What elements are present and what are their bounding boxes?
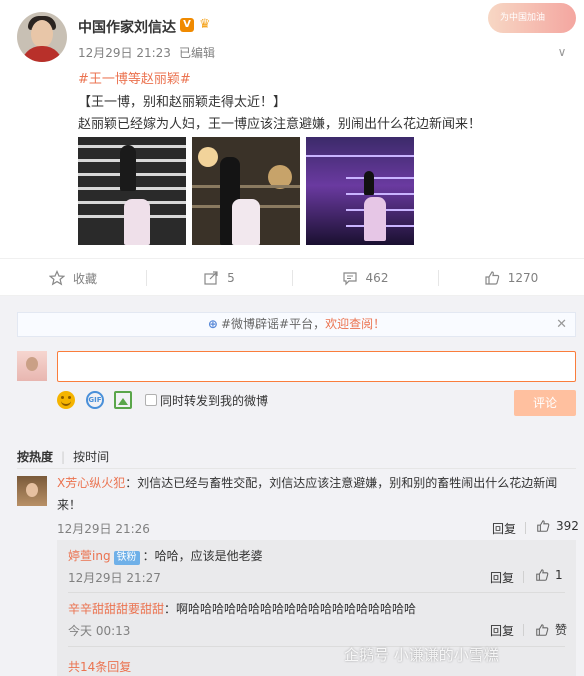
promo-banner-text: 为中国加油 [500, 13, 546, 23]
commenter-avatar[interactable] [17, 476, 47, 506]
reply-like-count: 1 [555, 568, 563, 582]
my-avatar[interactable] [17, 351, 47, 381]
notice-link[interactable]: 欢迎查阅！ [325, 317, 385, 331]
avatar-body [21, 46, 63, 62]
post-meta: 12月29日 21:23 已编辑 [78, 44, 215, 61]
divider [68, 592, 565, 593]
post-timestamp[interactable]: 12月29日 21:23 [78, 46, 171, 60]
promo-banner[interactable]: 为中国加油 [488, 3, 576, 33]
stage-light-strip [306, 155, 414, 157]
more-replies-link[interactable]: 共14条回复 [68, 658, 131, 675]
divider [17, 468, 576, 469]
replier-name[interactable]: 婷萱ing [68, 549, 111, 563]
reply-body: ：啊哈哈哈哈哈哈哈哈哈哈哈哈哈哈哈哈哈哈哈 [164, 602, 417, 616]
repost-checkbox-label[interactable]: 同时转发到我的微博 [160, 392, 268, 409]
author-avatar[interactable] [17, 12, 67, 62]
divider [523, 571, 524, 583]
comment-like-button[interactable]: 392 [536, 519, 579, 533]
reply-text: 辛辛甜甜甜要甜甜：啊哈哈哈哈哈哈哈哈哈哈哈哈哈哈哈哈哈哈哈 [68, 600, 416, 617]
comment-button[interactable]: 462 [292, 259, 438, 297]
figure-woman [232, 199, 260, 245]
comment-time: 12月29日 21:26 [57, 522, 150, 536]
reply-body: ：哈哈，应该是他老婆 [142, 549, 263, 563]
reply-like-button[interactable]: 赞 [535, 621, 567, 638]
comment-area: ⊕ #微博辟谣#平台，欢迎查阅！ ✕ GIF 同时转发到我的微博 评论 按热度 | 按… [0, 296, 584, 676]
repost-checkbox[interactable] [145, 394, 157, 406]
figure-woman [364, 197, 386, 241]
thumb-up-icon [536, 623, 549, 636]
reply-time: 12月29日 21:27 [68, 571, 161, 585]
post-image-2[interactable] [192, 137, 300, 245]
sort-by-hot[interactable]: 按热度 [17, 450, 53, 464]
comment-body: ：刘信达已经与畜牲交配，刘信达应该注意避嫌，别和别的畜牲闹出什么花边新闻来！ [57, 476, 558, 512]
favorite-label: 收藏 [72, 271, 97, 286]
figure-man [120, 145, 136, 191]
like-button[interactable]: 1270 [438, 259, 584, 297]
hashtag-icon: ⊕ [207, 317, 218, 331]
emoji-icon[interactable] [57, 391, 75, 409]
post-text-body: 赵丽颖已经嫁为人妇，王一博应该注意避嫌，别闹出什么花边新闻来！ [78, 117, 482, 132]
comment-like-count: 392 [556, 519, 579, 533]
comment-count: 462 [365, 271, 389, 285]
rumor-notice: ⊕ #微博辟谣#平台，欢迎查阅！ ✕ [17, 312, 576, 337]
reply-text: 婷萱ing 铁粉 ：哈哈，应该是他老婆 [68, 547, 263, 565]
chevron-down-icon[interactable]: ∨ [554, 46, 570, 58]
repost-count: 5 [227, 271, 235, 285]
sort-divider: | [61, 450, 66, 464]
reply-button[interactable]: 回复 [492, 520, 516, 537]
sort-by-time[interactable]: 按时间 [73, 450, 109, 464]
post-image-3[interactable] [306, 137, 414, 245]
reply-like-label: 赞 [555, 623, 568, 637]
crown-icon: ♛ [199, 17, 211, 32]
edited-label[interactable]: 已编辑 [179, 46, 215, 60]
thumb-up-icon [485, 271, 499, 285]
commenter-name[interactable]: X芳心纵火犯 [57, 476, 125, 490]
weibo-post: 中国作家刘信达 V ♛ 12月29日 21:23 已编辑 为中国加油 ∨ #王一博… [0, 0, 584, 258]
avatar-face [26, 357, 38, 371]
divider [525, 522, 526, 534]
submit-comment-button[interactable]: 评论 [514, 390, 576, 416]
image-icon[interactable] [114, 391, 132, 409]
thumb-up-icon [536, 569, 549, 581]
replier-name[interactable]: 辛辛甜甜甜要甜甜 [68, 602, 164, 616]
stage-background [306, 137, 414, 245]
topic-hashtag[interactable]: #王一博等赵丽颖# [78, 68, 191, 87]
divider [523, 624, 524, 636]
thumb-up-icon [537, 520, 550, 532]
figure-man [364, 171, 374, 195]
comment-icon [342, 272, 357, 286]
reply-button[interactable]: 回复 [490, 569, 514, 586]
avatar-face [26, 483, 38, 497]
comment-input[interactable] [57, 351, 576, 382]
stage-light [198, 147, 218, 167]
fan-badge: 铁粉 [113, 551, 140, 565]
reply-time: 今天 00:13 [68, 624, 131, 638]
repost-button[interactable]: 5 [146, 259, 292, 297]
sort-tabs: 按热度 | 按时间 [17, 448, 109, 465]
stage-light-strip [346, 177, 414, 179]
author-name[interactable]: 中国作家刘信达 [78, 17, 176, 37]
reply-like-button[interactable]: 1 [535, 568, 563, 582]
action-bar: 收藏 5 462 1270 [0, 258, 584, 296]
stage-light-strip [346, 193, 414, 195]
repost-icon [204, 271, 218, 285]
star-icon [48, 270, 65, 286]
avatar-face [31, 20, 53, 48]
post-image-1[interactable] [78, 137, 186, 245]
notice-text[interactable]: #微博辟谣#平台， [221, 317, 325, 331]
watermark: 企鹅号 小谦谦的小雪糕 [344, 646, 499, 664]
favorite-button[interactable]: 收藏 [0, 259, 146, 297]
reply-button[interactable]: 回复 [490, 622, 514, 639]
comment-text: X芳心纵火犯：刘信达已经与畜牲交配，刘信达应该注意避嫌，别和别的畜牲闹出什么花边… [57, 472, 567, 516]
gif-icon[interactable]: GIF [86, 391, 104, 409]
verified-icon: V [180, 18, 194, 32]
post-text-headline: 【王一博，别和赵丽颖走得太近！】 [78, 95, 287, 110]
figure-woman [124, 199, 150, 245]
close-icon[interactable]: ✕ [556, 313, 567, 336]
stair-line [192, 185, 300, 188]
like-count: 1270 [507, 271, 539, 285]
